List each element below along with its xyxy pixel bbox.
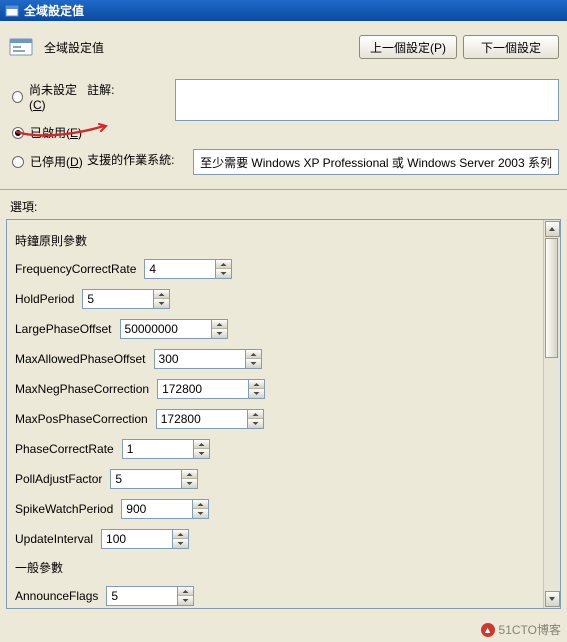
SpikeWatchPeriod-spinner[interactable] xyxy=(121,499,209,519)
comment-label: 註解: xyxy=(87,79,169,98)
UpdateInterval-input[interactable] xyxy=(102,530,172,548)
supported-os-box[interactable]: 至少需要 Windows XP Professional 或 Windows S… xyxy=(193,149,559,175)
param-row-FrequencyCorrectRate: FrequencyCorrectRate xyxy=(15,259,535,279)
spin-up-icon[interactable] xyxy=(178,587,193,596)
state-radio-group: 尚未設定(C) 已啟用(E) 已停用(D) xyxy=(8,73,87,175)
PhaseCorrectRate-input[interactable] xyxy=(123,440,193,458)
param-row-MaxNegPhaseCorrection: MaxNegPhaseCorrection xyxy=(15,379,535,399)
spin-up-icon[interactable] xyxy=(193,500,208,509)
scroll-track[interactable] xyxy=(544,238,560,590)
spin-up-icon[interactable] xyxy=(212,320,227,329)
spin-up-icon[interactable] xyxy=(182,470,197,479)
radio-disabled[interactable]: 已停用(D) xyxy=(12,153,87,170)
window-icon xyxy=(4,3,20,19)
radio-label: 已停用(D) xyxy=(30,153,83,170)
param-label: MaxNegPhaseCorrection xyxy=(15,382,149,396)
radio-enabled[interactable]: 已啟用(E) xyxy=(12,124,87,141)
scroll-up-button[interactable] xyxy=(545,221,560,237)
param-label: MaxPosPhaseCorrection xyxy=(15,412,148,426)
param-row-HoldPeriod: HoldPeriod xyxy=(15,289,535,309)
param-label: MaxAllowedPhaseOffset xyxy=(15,352,146,366)
radio-not-configured[interactable]: 尚未設定(C) xyxy=(12,81,87,112)
watermark-icon: ▲ xyxy=(481,623,495,637)
scroll-down-button[interactable] xyxy=(545,591,560,607)
prev-setting-button[interactable]: 上一個設定(P) xyxy=(359,35,457,59)
param-label: SpikeWatchPeriod xyxy=(15,502,113,516)
param-row-MaxPosPhaseCorrection: MaxPosPhaseCorrection xyxy=(15,409,535,429)
radio-label: 尚未設定(C) xyxy=(29,81,87,112)
param-label: HoldPeriod xyxy=(15,292,74,306)
LargePhaseOffset-spinner[interactable] xyxy=(120,319,228,339)
spin-up-icon[interactable] xyxy=(246,350,261,359)
spin-down-icon[interactable] xyxy=(248,419,263,428)
UpdateInterval-spinner[interactable] xyxy=(101,529,189,549)
settings-icon xyxy=(8,36,36,58)
spin-down-icon[interactable] xyxy=(173,539,188,548)
spin-down-icon[interactable] xyxy=(246,359,261,368)
spin-up-icon[interactable] xyxy=(194,440,209,449)
spin-up-icon[interactable] xyxy=(248,410,263,419)
watermark: ▲ 51CTO博客 xyxy=(481,621,561,638)
param-row-PhaseCorrectRate: PhaseCorrectRate xyxy=(15,439,535,459)
AnnounceFlags-input[interactable] xyxy=(107,587,177,605)
spin-up-icon[interactable] xyxy=(154,290,169,299)
FrequencyCorrectRate-spinner[interactable] xyxy=(144,259,232,279)
param-row-PollAdjustFactor: PollAdjustFactor xyxy=(15,469,535,489)
scroll-thumb[interactable] xyxy=(545,238,558,358)
param-row-LargePhaseOffset: LargePhaseOffset xyxy=(15,319,535,339)
spin-up-icon[interactable] xyxy=(249,380,264,389)
options-label: 選項: xyxy=(0,190,567,219)
options-panel: 時鐘原則參數 FrequencyCorrectRate HoldPeriod L… xyxy=(6,219,561,609)
spin-down-icon[interactable] xyxy=(216,269,231,278)
param-row-MaxAllowedPhaseOffset: MaxAllowedPhaseOffset xyxy=(15,349,535,369)
spin-down-icon[interactable] xyxy=(193,509,208,518)
spin-down-icon[interactable] xyxy=(178,596,193,605)
MaxNegPhaseCorrection-input[interactable] xyxy=(158,380,248,398)
PhaseCorrectRate-spinner[interactable] xyxy=(122,439,210,459)
header-panel: 全域設定值 上一個設定(P) 下一個設定 尚未設定(C) 已啟用(E) 已停用(… xyxy=(0,21,567,190)
title-bar: 全域設定值 xyxy=(0,0,567,21)
spin-down-icon[interactable] xyxy=(154,299,169,308)
PollAdjustFactor-spinner[interactable] xyxy=(110,469,198,489)
page-title: 全域設定值 xyxy=(44,39,104,56)
MaxAllowedPhaseOffset-input[interactable] xyxy=(155,350,245,368)
spin-down-icon[interactable] xyxy=(212,329,227,338)
radio-icon xyxy=(12,156,24,168)
param-row-AnnounceFlags: AnnounceFlags xyxy=(15,586,535,606)
radio-label: 已啟用(E) xyxy=(30,124,82,141)
spin-up-icon[interactable] xyxy=(173,530,188,539)
spin-down-icon[interactable] xyxy=(194,449,209,458)
MaxNegPhaseCorrection-spinner[interactable] xyxy=(157,379,265,399)
MaxPosPhaseCorrection-spinner[interactable] xyxy=(156,409,264,429)
comment-textarea[interactable] xyxy=(175,79,559,121)
supported-os-label: 支援的作業系統: xyxy=(87,149,187,168)
spin-up-icon[interactable] xyxy=(216,260,231,269)
HoldPeriod-spinner[interactable] xyxy=(82,289,170,309)
radio-icon xyxy=(12,91,23,103)
param-label: PhaseCorrectRate xyxy=(15,442,114,456)
MaxAllowedPhaseOffset-spinner[interactable] xyxy=(154,349,262,369)
AnnounceFlags-spinner[interactable] xyxy=(106,586,194,606)
PollAdjustFactor-input[interactable] xyxy=(111,470,181,488)
param-label: UpdateInterval xyxy=(15,532,93,546)
param-label: PollAdjustFactor xyxy=(15,472,102,486)
spin-down-icon[interactable] xyxy=(249,389,264,398)
param-row-UpdateInterval: UpdateInterval xyxy=(15,529,535,549)
SpikeWatchPeriod-input[interactable] xyxy=(122,500,192,518)
LargePhaseOffset-input[interactable] xyxy=(121,320,211,338)
scrollbar[interactable] xyxy=(543,220,560,608)
param-row-SpikeWatchPeriod: SpikeWatchPeriod xyxy=(15,499,535,519)
FrequencyCorrectRate-input[interactable] xyxy=(145,260,215,278)
window-title: 全域設定值 xyxy=(24,2,84,19)
param-label: LargePhaseOffset xyxy=(15,322,112,336)
radio-icon xyxy=(12,127,24,139)
HoldPeriod-input[interactable] xyxy=(83,290,153,308)
spin-down-icon[interactable] xyxy=(182,479,197,488)
section-general: 一般參數 xyxy=(15,559,535,576)
param-label: AnnounceFlags xyxy=(15,589,98,603)
next-setting-button[interactable]: 下一個設定 xyxy=(463,35,559,59)
MaxPosPhaseCorrection-input[interactable] xyxy=(157,410,247,428)
section-clock-policy: 時鐘原則參數 xyxy=(15,232,535,249)
param-label: FrequencyCorrectRate xyxy=(15,262,136,276)
